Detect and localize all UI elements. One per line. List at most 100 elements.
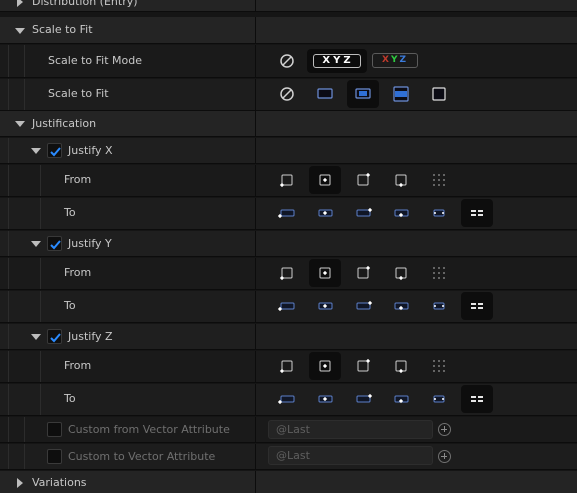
- justify-y-to-center-button[interactable]: [309, 292, 341, 320]
- category-scale-to-fit[interactable]: Scale to Fit: [0, 17, 577, 44]
- to-center-icon: [318, 209, 333, 217]
- category-cell: Scale to Fit: [0, 17, 255, 43]
- dots-grid-icon: [433, 267, 445, 279]
- justify-z-from-center-button[interactable]: [309, 352, 341, 380]
- indent-guide: [24, 45, 25, 77]
- custom-to-input[interactable]: @Last: [268, 446, 433, 465]
- category-distribution[interactable]: Distribution (Entry): [0, 0, 577, 12]
- align-max-icon: [357, 358, 371, 372]
- indent-guide: [40, 198, 41, 229]
- justify-x-to-custom-button[interactable]: [385, 199, 417, 227]
- justify-x-to-center-button[interactable]: [309, 199, 341, 227]
- justify-y-checkbox[interactable]: [47, 236, 62, 251]
- align-max-icon: [357, 172, 371, 186]
- justify-y-from-center-button[interactable]: [309, 259, 341, 287]
- fit-max-button[interactable]: [347, 80, 379, 108]
- property-name-cell: Scale to Fit: [0, 79, 255, 110]
- none-button[interactable]: [271, 47, 303, 75]
- fit-none-button[interactable]: [271, 80, 303, 108]
- justify-y-to-same-button[interactable]: [461, 292, 493, 320]
- add-icon[interactable]: [438, 450, 451, 463]
- category-justification[interactable]: Justification: [0, 111, 577, 137]
- justify-x-from-none-button[interactable]: [423, 166, 455, 194]
- chevron-down-icon[interactable]: [31, 241, 41, 247]
- justify-z-from-max-button[interactable]: [347, 352, 379, 380]
- justify-y-from-max-button[interactable]: [347, 259, 379, 287]
- category-variations[interactable]: Variations: [0, 471, 577, 493]
- align-min-icon: [279, 174, 293, 188]
- to-min-icon: [277, 302, 295, 312]
- add-icon[interactable]: [438, 423, 451, 436]
- indent-guide: [8, 258, 9, 289]
- to-max-icon: [356, 207, 373, 217]
- justify-x-from-custom-button[interactable]: [385, 166, 417, 194]
- group-justify-y[interactable]: Justify Y: [0, 231, 577, 257]
- custom-from-input[interactable]: @Last: [268, 420, 433, 439]
- indent-guide: [8, 351, 9, 382]
- dots-grid-icon: [433, 174, 445, 186]
- align-custom-icon: [395, 267, 407, 281]
- chevron-down-icon[interactable]: [31, 334, 41, 340]
- to-center-icon: [318, 395, 333, 403]
- chevron-down-icon[interactable]: [31, 148, 41, 154]
- justify-x-to-same-button[interactable]: [461, 199, 493, 227]
- justify-x-from-max-button[interactable]: [347, 166, 379, 194]
- justify-z-to-min-button[interactable]: [271, 385, 303, 413]
- justify-y-to-max-button[interactable]: [347, 292, 379, 320]
- chevron-right-icon[interactable]: [17, 478, 23, 488]
- category-label: Justification: [32, 117, 97, 130]
- to-center-icon: [318, 302, 333, 310]
- align-custom-icon: [395, 174, 407, 188]
- justify-y-to-none-button[interactable]: [423, 292, 455, 320]
- justify-y-from-min-button[interactable]: [271, 259, 303, 287]
- justify-x-to-none-button[interactable]: [423, 199, 455, 227]
- category-label: Distribution (Entry): [32, 0, 138, 8]
- justify-z-checkbox[interactable]: [47, 329, 62, 344]
- custom-from-checkbox[interactable]: [47, 422, 62, 437]
- justify-y-to-custom-button[interactable]: [385, 292, 417, 320]
- group-justify-x[interactable]: Justify X: [0, 138, 577, 164]
- justify-z-from-min-button[interactable]: [271, 352, 303, 380]
- group-justify-z[interactable]: Justify Z: [0, 324, 577, 350]
- column-divider: [255, 291, 256, 322]
- column-divider: [255, 444, 256, 469]
- property-name-cell: Scale to Fit Mode: [0, 45, 255, 77]
- xyz-uniform-label: XYZ: [313, 54, 361, 68]
- fit-all-button[interactable]: [423, 80, 455, 108]
- fit-avg-button[interactable]: [385, 80, 417, 108]
- indent-guide: [24, 444, 25, 469]
- justify-x-from-min-button[interactable]: [271, 166, 303, 194]
- justify-x-from-center-button[interactable]: [309, 166, 341, 194]
- justify-z-to-center-button[interactable]: [309, 385, 341, 413]
- checkmark-icon: [50, 147, 61, 157]
- justify-x-to-min-button[interactable]: [271, 199, 303, 227]
- fit-min-button[interactable]: [309, 80, 341, 108]
- indent-guide: [40, 258, 41, 289]
- justify-z-to-none-button[interactable]: [423, 385, 455, 413]
- justify-z-from-none-button[interactable]: [423, 352, 455, 380]
- chevron-right-icon[interactable]: [17, 0, 23, 7]
- justify-y-to-min-button[interactable]: [271, 292, 303, 320]
- mode-per-axis-button[interactable]: XYZ: [372, 53, 418, 68]
- to-custom-icon: [394, 302, 409, 311]
- justify-x-checkbox[interactable]: [47, 143, 62, 158]
- justify-z-to-max-button[interactable]: [347, 385, 379, 413]
- custom-to-checkbox[interactable]: [47, 449, 62, 464]
- axis-x-label: X: [381, 55, 391, 65]
- justify-y-from-custom-button[interactable]: [385, 259, 417, 287]
- justify-x-to-max-button[interactable]: [347, 199, 379, 227]
- category-cell: Distribution (Entry): [0, 0, 255, 11]
- mode-xyz-button[interactable]: XYZ: [307, 49, 367, 73]
- chevron-down-icon[interactable]: [15, 121, 25, 127]
- column-divider: [255, 258, 256, 289]
- indent-guide: [8, 79, 9, 110]
- chevron-down-icon[interactable]: [15, 28, 25, 34]
- indent-guide: [40, 351, 41, 382]
- justify-z-to-same-button[interactable]: [461, 385, 493, 413]
- property-name-cell: To: [0, 384, 255, 415]
- justify-z-from-custom-button[interactable]: [385, 352, 417, 380]
- category-label: Variations: [32, 476, 87, 489]
- property-label: From: [64, 359, 92, 372]
- justify-y-from-none-button[interactable]: [423, 259, 455, 287]
- justify-z-to-custom-button[interactable]: [385, 385, 417, 413]
